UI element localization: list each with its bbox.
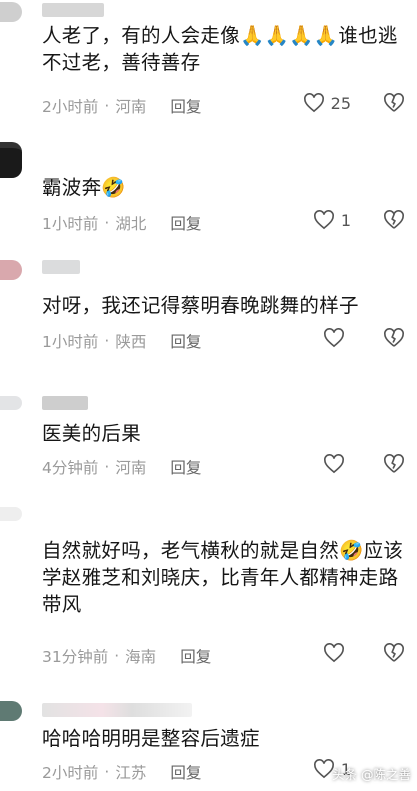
meta-separator: · <box>104 763 110 781</box>
like-count: 25 <box>330 93 351 113</box>
comment-location: 江苏 <box>115 764 147 782</box>
comment-text: 哈哈哈明明是整容后遗症 <box>42 727 260 750</box>
comment-meta: 2小时前 · 江苏 回复 <box>42 761 201 783</box>
comment-location: 河南 <box>115 459 147 477</box>
comment-meta: 1小时前 · 陕西 回复 <box>42 330 201 352</box>
comment-location: 湖北 <box>115 215 147 233</box>
comment-item: 对呀，我还记得蔡明春晚跳舞的样子 1小时前 · 陕西 回复 <box>0 250 417 375</box>
meta-separator: · <box>104 458 110 476</box>
comment-item: 霸波奔🤣 1小时前 · 湖北 回复 1 <box>0 130 417 245</box>
username-blurred[interactable] <box>42 3 104 17</box>
heart-outline-icon <box>323 328 345 348</box>
broken-heart-icon[interactable] <box>383 643 405 663</box>
meta-separator: · <box>114 647 120 665</box>
meta-separator: · <box>104 214 110 232</box>
comment-text: 人老了，有的人会走像🙏🙏🙏🙏谁也逃不过老，善待善存 <box>42 24 398 74</box>
meta-separator: · <box>104 332 110 350</box>
username-blurred[interactable] <box>42 703 192 717</box>
reply-button[interactable]: 回复 <box>170 456 201 478</box>
reply-button[interactable]: 回复 <box>170 761 201 783</box>
reply-button[interactable]: 回复 <box>170 212 201 234</box>
comment-meta: 4分钟前 · 河南 回复 <box>42 456 201 478</box>
heart-outline-icon <box>313 210 335 230</box>
comment-time: 1小时前 <box>42 333 99 351</box>
like-count: 1 <box>340 210 351 230</box>
comment-item: 人老了，有的人会走像🙏🙏🙏🙏谁也逃不过老，善待善存 2小时前 · 河南 回复 2… <box>0 0 417 130</box>
comment-location: 海南 <box>125 648 157 666</box>
comment-item: 医美的后果 4分钟前 · 河南 回复 <box>0 390 417 500</box>
reply-button[interactable]: 回复 <box>170 330 201 352</box>
meta-separator: · <box>104 97 110 115</box>
reply-button[interactable]: 回复 <box>180 645 211 667</box>
like-button[interactable] <box>323 328 351 348</box>
comment-text: 对呀，我还记得蔡明春晚跳舞的样子 <box>42 294 359 317</box>
broken-heart-icon[interactable] <box>383 93 405 113</box>
comment-meta: 1小时前 · 湖北 回复 <box>42 212 201 234</box>
watermark: 头条 @陈之善 <box>332 767 411 782</box>
avatar[interactable] <box>0 2 22 22</box>
heart-outline-icon <box>303 93 325 113</box>
like-button[interactable]: 1 <box>313 210 351 230</box>
like-button[interactable] <box>323 454 351 474</box>
comment-location: 陕西 <box>115 333 147 351</box>
comment-time: 2小时前 <box>42 98 99 116</box>
comment-location: 河南 <box>115 98 147 116</box>
comment-meta: 31分钟前 · 海南 回复 <box>42 645 211 667</box>
heart-outline-icon <box>323 454 345 474</box>
comment-item: 自然就好吗，老气横秋的就是自然🤣应该学赵雅芝和刘晓庆，比青年人都精神走路带风 3… <box>0 505 417 685</box>
comment-text: 霸波奔🤣 <box>42 176 126 199</box>
like-button[interactable]: 25 <box>303 93 351 113</box>
like-button[interactable] <box>323 643 351 663</box>
avatar[interactable] <box>0 507 22 521</box>
broken-heart-icon[interactable] <box>383 210 405 230</box>
username-blurred[interactable] <box>42 396 88 410</box>
username-blurred[interactable] <box>42 260 80 274</box>
comment-time: 2小时前 <box>42 764 99 782</box>
broken-heart-icon[interactable] <box>383 328 405 348</box>
comment-text: 医美的后果 <box>42 422 142 445</box>
comment-time: 4分钟前 <box>42 459 99 477</box>
avatar[interactable] <box>0 396 22 410</box>
comment-time: 1小时前 <box>42 215 99 233</box>
comment-meta: 2小时前 · 河南 回复 <box>42 95 201 117</box>
reply-button[interactable]: 回复 <box>170 95 201 117</box>
avatar[interactable] <box>0 701 22 721</box>
heart-outline-icon <box>323 643 345 663</box>
comment-text: 自然就好吗，老气横秋的就是自然🤣应该学赵雅芝和刘晓庆，比青年人都精神走路带风 <box>42 539 404 616</box>
avatar[interactable] <box>0 142 22 178</box>
avatar[interactable] <box>0 260 22 280</box>
broken-heart-icon[interactable] <box>383 454 405 474</box>
comment-time: 31分钟前 <box>42 648 109 666</box>
